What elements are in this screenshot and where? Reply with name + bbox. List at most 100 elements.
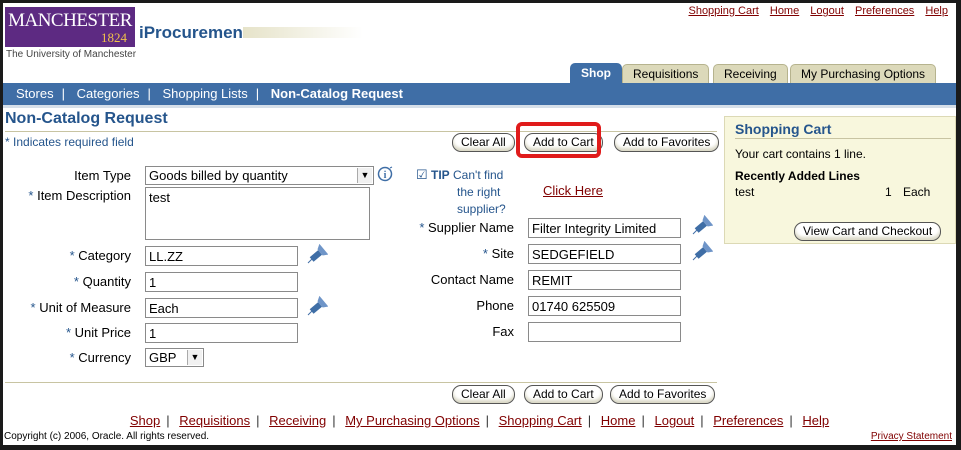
recent-line-qty: 1: [885, 185, 892, 199]
tab-shop[interactable]: Shop: [570, 63, 622, 84]
add-to-favorites-button-bottom[interactable]: Add to Favorites: [610, 385, 716, 404]
info-icon[interactable]: i: [377, 166, 393, 185]
subnav-shopping-lists[interactable]: Shopping Lists: [162, 86, 247, 101]
footer-link-my-purchasing-options[interactable]: My Purchasing Options: [345, 413, 479, 428]
item-description-label-text: Item Description: [37, 188, 131, 203]
global-link-home[interactable]: Home: [770, 5, 799, 17]
category-label: * Category: [5, 248, 131, 263]
category-value: LL.ZZ: [149, 249, 183, 264]
divider: [5, 131, 717, 132]
svg-text:i: i: [384, 170, 387, 181]
sub-navigation: Stores | Categories | Shopping Lists | Non-…: [3, 83, 956, 108]
contact-name-input[interactable]: REMIT: [528, 270, 681, 290]
item-type-value: Goods billed by quantity: [149, 168, 288, 183]
click-here-link[interactable]: Click Here: [543, 183, 603, 198]
required-star: *: [482, 246, 488, 261]
recent-line-uom: Each: [903, 185, 931, 199]
site-value: SEDGEFIELD: [532, 247, 615, 262]
clear-all-button-bottom[interactable]: Clear All: [452, 385, 515, 404]
required-star: *: [65, 325, 72, 340]
item-description-textarea[interactable]: test: [145, 187, 370, 240]
contact-name-value: REMIT: [532, 273, 573, 288]
category-input[interactable]: LL.ZZ: [145, 246, 298, 266]
recent-line-item: test: [735, 185, 755, 199]
cart-summary: Your cart contains 1 line.: [735, 147, 866, 161]
chevron-down-icon: ▼: [357, 168, 372, 183]
search-flashlight-icon[interactable]: [306, 295, 329, 318]
unit-of-measure-value: Each: [149, 301, 179, 316]
item-description-label: * Item Description: [5, 188, 131, 203]
phone-input[interactable]: 01740 625509: [528, 296, 681, 316]
chevron-down-icon: ▼: [187, 350, 202, 365]
quantity-value: 1: [149, 275, 157, 290]
tip-line-1: Can't find: [453, 168, 504, 182]
currency-select[interactable]: GBP ▼: [145, 348, 204, 367]
global-link-preferences[interactable]: Preferences: [855, 5, 914, 17]
unit-price-value: 1: [149, 326, 157, 341]
required-note-text: Indicates required field: [13, 135, 134, 149]
required-star: *: [28, 188, 34, 203]
search-flashlight-icon[interactable]: [691, 240, 714, 263]
footer-link-help[interactable]: Help: [802, 413, 829, 428]
search-flashlight-icon[interactable]: [306, 243, 329, 266]
unit-of-measure-input[interactable]: Each: [145, 298, 298, 318]
unit-price-label-text: Unit Price: [74, 325, 131, 340]
search-flashlight-icon[interactable]: [691, 214, 714, 237]
global-link-shopping-cart[interactable]: Shopping Cart: [688, 5, 758, 17]
required-field-note: * Indicates required field: [5, 135, 134, 149]
quantity-input[interactable]: 1: [145, 272, 298, 292]
supplier-name-label: * Supplier Name: [398, 220, 514, 235]
highlight-box: [516, 122, 601, 158]
footer-link-receiving[interactable]: Receiving: [269, 413, 326, 428]
global-link-logout[interactable]: Logout: [810, 5, 844, 17]
tip-line-3: supplier?: [457, 202, 506, 216]
university-name: The University of Manchester: [6, 49, 137, 60]
global-links: Shopping Cart Home Logout Preferences He…: [680, 5, 948, 17]
currency-label-text: Currency: [78, 350, 131, 365]
divider: [735, 138, 951, 139]
footer-link-shopping-cart[interactable]: Shopping Cart: [499, 413, 582, 428]
site-input[interactable]: SEDGEFIELD: [528, 244, 681, 264]
unit-price-label: * Unit Price: [5, 325, 131, 340]
global-link-help[interactable]: Help: [925, 5, 948, 17]
item-type-select[interactable]: Goods billed by quantity ▼: [145, 166, 374, 185]
subnav-categories[interactable]: Categories: [77, 86, 140, 101]
footer-link-logout[interactable]: Logout: [654, 413, 694, 428]
add-to-favorites-button-top[interactable]: Add to Favorites: [614, 133, 720, 152]
app-frame: MANCHESTER 1824 The University of Manche…: [3, 3, 956, 445]
tab-my-purchasing-options[interactable]: My Purchasing Options: [790, 64, 937, 83]
category-label-text: Category: [78, 248, 131, 263]
view-cart-and-checkout-button[interactable]: View Cart and Checkout: [794, 222, 942, 241]
tab-requisitions[interactable]: Requisitions: [622, 64, 710, 83]
footer-links: Shop | Requisitions | Receiving | My Purcha…: [129, 413, 830, 428]
unit-price-input[interactable]: 1: [145, 323, 298, 343]
site-label: * Site: [398, 246, 514, 261]
recent-lines-heading: Recently Added Lines: [735, 169, 860, 183]
supplier-tip: ☑ TIP Can't find the right supplier?: [416, 166, 506, 218]
clear-all-button-top[interactable]: Clear All: [452, 133, 515, 152]
footer-link-preferences[interactable]: Preferences: [713, 413, 783, 428]
privacy-statement-link[interactable]: Privacy Statement: [871, 431, 952, 442]
add-to-cart-button-bottom[interactable]: Add to Cart: [524, 385, 603, 404]
footer-link-shop[interactable]: Shop: [130, 413, 160, 428]
required-star: *: [30, 300, 36, 315]
site-label-text: Site: [491, 246, 514, 261]
page-title: Non-Catalog Request: [5, 110, 168, 127]
required-star: *: [5, 135, 10, 149]
footer-link-home[interactable]: Home: [601, 413, 636, 428]
fax-input[interactable]: [528, 322, 681, 342]
app-title: iProcurement: [139, 23, 249, 42]
tip-line-2: the right: [457, 185, 501, 199]
tip-label: TIP: [431, 168, 450, 182]
fax-label: Fax: [492, 324, 514, 339]
currency-value: GBP: [149, 350, 177, 365]
subnav-stores[interactable]: Stores: [16, 86, 54, 101]
divider: [5, 382, 717, 383]
supplier-name-input[interactable]: Filter Integrity Limited: [528, 218, 681, 238]
item-description-value: test: [149, 190, 170, 205]
tab-receiving[interactable]: Receiving: [713, 64, 788, 83]
checkbox-icon: ☑: [416, 167, 428, 182]
currency-label: * Currency: [5, 350, 131, 365]
footer-link-requisitions[interactable]: Requisitions: [179, 413, 250, 428]
copyright: Copyright (c) 2006, Oracle. All rights r…: [4, 431, 210, 442]
